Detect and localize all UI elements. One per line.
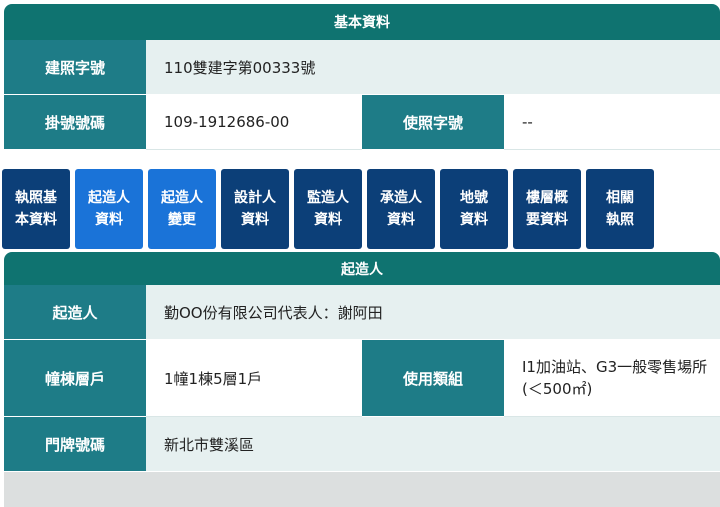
tab-license-basic[interactable]: 執照基 本資料 bbox=[2, 169, 70, 249]
registration-row: 掛號號碼 109-1912686-00 使照字號 -- bbox=[4, 95, 720, 150]
builder-row: 起造人 勤OO份有限公司代表人：謝阿田 bbox=[4, 285, 720, 340]
building-units-value: 1幢1棟5層1戶 bbox=[146, 340, 362, 417]
tab-floor-summary[interactable]: 樓層概 要資料 bbox=[513, 169, 581, 249]
tab-designer-info[interactable]: 設計人 資料 bbox=[221, 169, 289, 249]
section-tabs: 執照基 本資料 起造人 資料 起造人 變更 設計人 資料 監造人 資料 承造人 … bbox=[2, 169, 654, 249]
panel-footer bbox=[4, 472, 720, 507]
permit-number-row: 建照字號 110雙建字第00333號 bbox=[4, 40, 720, 95]
address-label: 門牌號碼 bbox=[4, 417, 146, 472]
tab-related-licenses[interactable]: 相關 執照 bbox=[586, 169, 654, 249]
building-units-row: 幢棟層戶 1幢1棟5層1戶 使用類組 I1加油站、G3一般零售場所(＜500㎡) bbox=[4, 340, 720, 417]
builder-label: 起造人 bbox=[4, 285, 146, 340]
builder-value: 勤OO份有限公司代表人：謝阿田 bbox=[146, 285, 720, 340]
building-units-label: 幢棟層戶 bbox=[4, 340, 146, 417]
tab-builder-change[interactable]: 起造人 變更 bbox=[148, 169, 216, 249]
builder-header: 起造人 bbox=[4, 252, 720, 285]
tab-contractor-info[interactable]: 承造人 資料 bbox=[367, 169, 435, 249]
tab-land-number[interactable]: 地號 資料 bbox=[440, 169, 508, 249]
permit-number-label: 建照字號 bbox=[4, 40, 146, 95]
tab-builder-info[interactable]: 起造人 資料 bbox=[75, 169, 143, 249]
address-value: 新北市雙溪區 bbox=[146, 417, 720, 472]
tab-supervisor-info[interactable]: 監造人 資料 bbox=[294, 169, 362, 249]
basic-info-header: 基本資料 bbox=[4, 4, 720, 40]
basic-info-title: 基本資料 bbox=[334, 15, 390, 31]
permit-number-value: 110雙建字第00333號 bbox=[146, 40, 720, 95]
use-permit-value: -- bbox=[504, 95, 720, 150]
registration-number-label: 掛號號碼 bbox=[4, 95, 146, 150]
use-permit-label: 使照字號 bbox=[362, 95, 504, 150]
use-category-value: I1加油站、G3一般零售場所(＜500㎡) bbox=[504, 340, 720, 417]
use-category-label: 使用類組 bbox=[362, 340, 504, 417]
builder-title: 起造人 bbox=[341, 261, 383, 278]
address-row: 門牌號碼 新北市雙溪區 bbox=[4, 417, 720, 472]
registration-number-value: 109-1912686-00 bbox=[146, 95, 362, 150]
